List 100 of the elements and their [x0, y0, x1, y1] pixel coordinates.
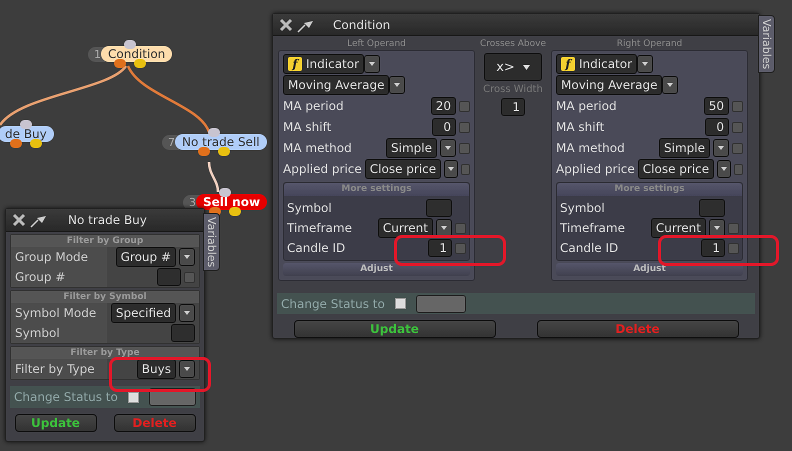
indicator-dropdown[interactable]: Moving Average [556, 75, 662, 95]
text-field[interactable] [426, 199, 452, 217]
port-icon[interactable] [10, 139, 22, 148]
operand-caption: Left Operand [347, 38, 406, 50]
number-field[interactable]: 1 [428, 239, 452, 257]
number-field[interactable]: 20 [430, 97, 456, 115]
checkbox[interactable] [128, 392, 139, 402]
checkbox[interactable] [459, 100, 470, 112]
caret-icon[interactable] [364, 55, 380, 73]
variables-tab[interactable]: Variables [203, 213, 220, 272]
operator-symbol: x> [496, 60, 515, 74]
section-header: Filter by Symbol [11, 291, 199, 303]
text-field[interactable] [699, 199, 725, 217]
function-icon: f [561, 57, 575, 71]
param-label: MA shift [556, 120, 606, 134]
section-header: Filter by Type [11, 347, 199, 359]
caret-icon[interactable] [637, 55, 654, 73]
window-title: Condition [333, 18, 390, 32]
checkbox[interactable] [728, 242, 739, 254]
select-field[interactable]: Group # [116, 247, 176, 267]
node-label[interactable]: Sell now [196, 194, 268, 210]
checkbox[interactable] [184, 272, 195, 282]
checkbox[interactable] [460, 164, 470, 174]
param-label: Applied price [283, 162, 362, 176]
caret-icon[interactable] [389, 76, 406, 94]
param-label: Timeframe [287, 221, 353, 235]
number-field[interactable]: 1 [701, 239, 725, 257]
adjust-bar[interactable]: Adjust [556, 263, 743, 276]
operand-caption: Right Operand [616, 38, 682, 50]
text-field[interactable] [157, 268, 181, 286]
port-icon[interactable] [198, 147, 210, 156]
select-field[interactable]: Close price [364, 159, 442, 179]
caret-icon[interactable] [444, 160, 458, 178]
indicator-dropdown[interactable]: Moving Average [283, 75, 390, 95]
param-label: MA method [283, 141, 353, 155]
checkbox[interactable] [459, 122, 470, 132]
checkbox[interactable] [732, 100, 743, 112]
window-title: No trade Buy [68, 213, 147, 227]
select-field[interactable]: Simple [659, 138, 710, 158]
adjust-bar[interactable]: Adjust [283, 263, 470, 276]
number-field[interactable]: 0 [705, 118, 729, 136]
change-status-label: Change Status to [281, 296, 385, 310]
node-label[interactable]: de Buy [0, 126, 54, 142]
port-icon[interactable] [134, 59, 146, 68]
type-dropdown[interactable]: f Indicator [283, 54, 364, 74]
text-field[interactable] [171, 324, 195, 342]
node-label[interactable]: No trade Sell [175, 134, 267, 150]
variables-tab[interactable]: Variables [758, 15, 775, 74]
param-label: Applied price [556, 162, 635, 176]
operator-dropdown[interactable]: x> [484, 53, 542, 81]
cross-width-label: Cross Width [483, 84, 543, 95]
param-label: Timeframe [560, 221, 626, 235]
select-field[interactable]: Simple [386, 138, 437, 158]
param-label: MA method [556, 141, 626, 155]
node-label[interactable]: Condition [101, 46, 172, 62]
select-field[interactable]: Buys [136, 359, 176, 379]
caret-icon[interactable] [179, 304, 195, 322]
action-button[interactable]: Update [294, 320, 496, 338]
port-icon[interactable] [30, 139, 42, 148]
number-field[interactable]: 1 [501, 98, 525, 116]
connector-line [208, 162, 220, 192]
close-icon[interactable] [279, 18, 293, 32]
number-field[interactable]: 50 [704, 97, 729, 115]
port-icon[interactable] [218, 147, 230, 156]
function-icon: f [288, 57, 302, 71]
checkbox[interactable] [732, 122, 743, 132]
caret-icon[interactable] [179, 360, 195, 378]
param-label: Symbol [560, 201, 606, 215]
action-button[interactable]: Update [14, 414, 96, 432]
checkbox[interactable] [459, 142, 470, 154]
param-label: MA period [283, 99, 345, 113]
caret-icon[interactable] [662, 76, 678, 94]
port-icon[interactable] [229, 207, 242, 216]
checkbox[interactable] [394, 298, 406, 309]
checkbox[interactable] [728, 222, 739, 234]
close-icon[interactable] [12, 213, 26, 227]
param-label: Symbol [287, 201, 333, 215]
checkbox[interactable] [455, 242, 466, 254]
port-icon[interactable] [20, 120, 32, 129]
checkbox[interactable] [732, 142, 743, 154]
checkbox[interactable] [455, 222, 466, 234]
port-icon[interactable] [208, 128, 220, 137]
caret-icon[interactable] [713, 139, 729, 157]
port-icon[interactable] [124, 40, 136, 49]
select-field[interactable]: Current [378, 218, 433, 238]
port-icon[interactable] [219, 188, 232, 197]
select-field[interactable]: Specified [110, 303, 176, 323]
section-header: Filter by Group [11, 235, 199, 247]
change-status-label: Change Status to [14, 390, 118, 404]
dropdown-value: Indicator [579, 56, 632, 72]
caret-icon[interactable] [179, 248, 195, 266]
caret-icon[interactable] [717, 160, 731, 178]
type-dropdown[interactable]: f Indicator [556, 54, 638, 74]
caret-icon[interactable] [440, 139, 456, 157]
number-field[interactable]: 0 [432, 118, 456, 136]
status-field[interactable] [416, 294, 466, 312]
checkbox[interactable] [734, 164, 743, 174]
operator-caption: Crosses Above [480, 38, 546, 50]
port-icon[interactable] [114, 59, 126, 68]
select-field[interactable]: Close price [638, 159, 714, 179]
